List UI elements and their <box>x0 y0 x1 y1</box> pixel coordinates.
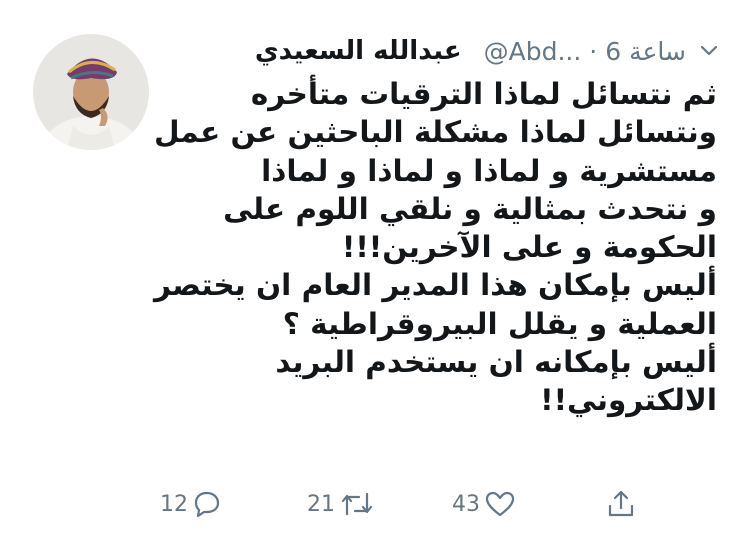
share-icon <box>606 488 636 520</box>
reply-count: 12 <box>160 491 188 517</box>
retweet-count: 21 <box>307 491 335 517</box>
like-button[interactable]: 43 <box>452 484 516 524</box>
separator-dot: · <box>589 36 598 66</box>
tweet-actions: 12 21 43 <box>0 484 750 524</box>
tweet-line: أليس بإمكان هذا المدير العام ان يختصر <box>153 268 717 303</box>
tweet-line: ونتسائل لماذا مشكلة الباحثين عن عمل <box>153 115 717 150</box>
reply-button[interactable]: 12 <box>160 484 222 524</box>
tweet-header: 6 ساعة · @Abd... عبدالله السعيدي <box>255 34 720 68</box>
avatar[interactable] <box>33 34 149 150</box>
reply-icon <box>192 490 222 518</box>
share-button[interactable] <box>606 484 636 524</box>
tweet-line: مستشرية و لماذا و لماذا و لماذا <box>261 153 717 188</box>
tweet-line: الالكتروني!! <box>540 383 717 418</box>
tweet-time[interactable]: 6 ساعة <box>605 37 686 66</box>
tweet-line: و نتحدث بمثالية و نلقي اللوم على <box>223 191 717 226</box>
tweet-card[interactable]: 6 ساعة · @Abd... عبدالله السعيدي ثم نتسا… <box>0 0 750 544</box>
author-handle[interactable]: @Abd... <box>484 37 582 66</box>
tweet-line: ثم نتسائل لماذا الترقيات متأخره <box>250 77 717 111</box>
author-name[interactable]: عبدالله السعيدي <box>255 36 462 66</box>
chevron-down-icon[interactable] <box>698 40 720 62</box>
heart-icon <box>484 490 516 518</box>
retweet-button[interactable]: 21 <box>307 484 375 524</box>
tweet-line: أليس بإمكانه ان يستخدم البريد <box>275 345 717 380</box>
retweet-icon <box>339 490 375 518</box>
tweet-text: ثم نتسائل لماذا الترقيات متأخره ونتسائل … <box>153 75 717 420</box>
like-count: 43 <box>452 491 480 517</box>
tweet-line: الحكومة و على الآخرين!!! <box>341 230 717 265</box>
tweet-line: العملية و يقلل البيروقراطية ؟ <box>282 306 717 341</box>
